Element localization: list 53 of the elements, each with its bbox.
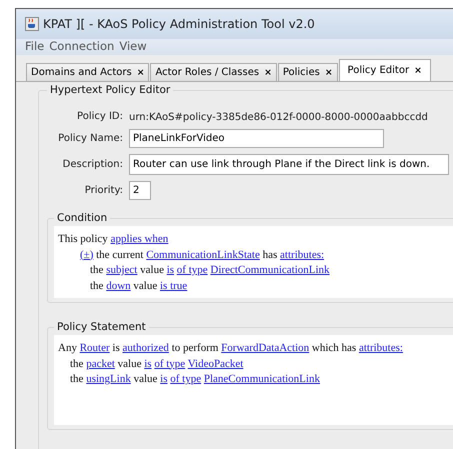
hyperlink[interactable]: CommunicationLinkState <box>146 248 260 260</box>
hyperlink[interactable]: DirectCommunicationLink <box>210 264 330 276</box>
policy-sentence: Any Router is authorized to perform ForwardDataAction which has attributes: <box>58 341 404 356</box>
hyperlink[interactable]: ForwardDataAction <box>221 342 310 354</box>
hyperlink[interactable]: (±) <box>80 248 94 260</box>
policy-sentence: (±) the current CommunicationLinkState has attributes: <box>80 248 326 262</box>
hyperlink[interactable]: usingLink <box>86 373 131 385</box>
tab[interactable]: Domains and Actors × <box>26 63 150 81</box>
hyperlink[interactable]: attributes: <box>280 248 324 260</box>
hyperlink[interactable]: authorized <box>122 342 169 354</box>
policy-sentence: This policy applies when <box>58 232 170 247</box>
hyperlink[interactable]: is true <box>160 280 188 292</box>
hyperlink[interactable]: Router <box>80 342 110 354</box>
hyperlink[interactable]: is <box>160 373 168 385</box>
close-icon[interactable]: × <box>136 68 144 78</box>
close-icon[interactable]: × <box>414 66 422 76</box>
coffee-cup-icon <box>25 17 39 31</box>
hyperlink[interactable]: packet <box>86 358 115 370</box>
hyperlink[interactable]: of type <box>170 373 202 385</box>
tab[interactable]: Actor Roles / Classes × <box>150 63 277 81</box>
policy-sentence: the packet value is of type VideoPacket <box>70 356 244 372</box>
section-title: Condition <box>56 212 108 224</box>
hyperlink[interactable]: of type <box>154 358 186 370</box>
policy-id: urn:KAoS#policy-3385de86-012f-0000-8000-0000aabbccdd <box>129 112 428 123</box>
field-label: Policy ID: <box>76 111 123 122</box>
menu-item[interactable]: View <box>119 39 147 55</box>
hyperlink[interactable]: VideoPacket <box>188 358 244 370</box>
description-field[interactable]: Router can use link through Plane if the Direct link is down. <box>129 154 449 175</box>
window-title: KPAT ][ - KAoS Policy Administration Tool v2.0 <box>43 17 315 31</box>
name-field[interactable]: PlaneLinkForVideo <box>129 129 384 148</box>
hyperlink[interactable]: down <box>106 280 131 292</box>
field-label: Policy Name: <box>57 133 123 144</box>
priority-field[interactable]: 2 <box>129 181 151 200</box>
tab[interactable]: Policies × <box>278 63 338 81</box>
tab[interactable]: Policy Editor × <box>338 59 431 81</box>
group-title: Hypertext Policy Editor <box>49 84 172 96</box>
hyperlink[interactable]: subject <box>106 264 138 276</box>
hyperlink[interactable]: applies when <box>110 233 168 245</box>
hyperlink[interactable]: PlaneCommunicationLink <box>204 373 320 385</box>
policy-sentence: the down value is true <box>90 278 188 294</box>
close-icon[interactable]: × <box>264 68 272 78</box>
menu-item[interactable]: File <box>25 39 44 55</box>
hyperlink[interactable]: of type <box>176 264 208 276</box>
field-label: Description: <box>62 159 123 170</box>
field-label: Priority: <box>84 185 123 196</box>
section-title: Policy Statement <box>56 321 147 333</box>
hyperlink[interactable]: is <box>144 358 152 370</box>
policy-sentence: the subject value is of type DirectCommunicationLink <box>90 263 331 278</box>
policy-sentence: the usingLink value is of type PlaneCommunicationLink <box>70 372 321 387</box>
close-icon[interactable]: × <box>324 68 333 78</box>
menu-item[interactable]: Connection <box>49 39 114 55</box>
hyperlink[interactable]: is <box>166 264 174 276</box>
hyperlink[interactable]: attributes: <box>358 342 403 354</box>
